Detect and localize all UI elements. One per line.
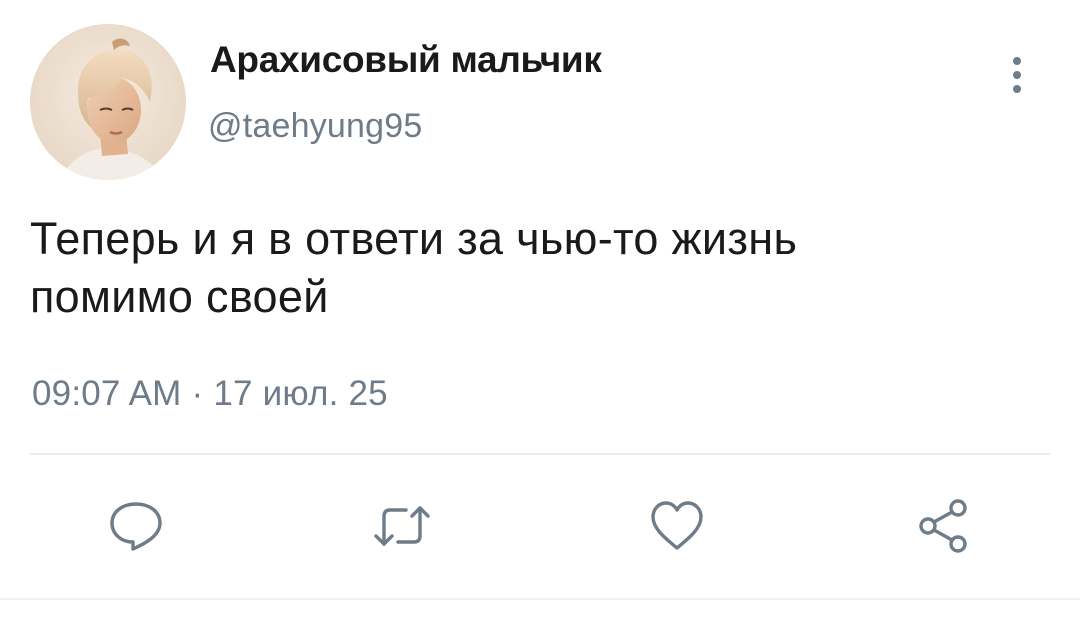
divider [30,453,1050,455]
avatar[interactable] [30,24,186,180]
share-button[interactable] [912,494,976,558]
like-button[interactable] [645,494,709,558]
tweet-card: Арахисовый мальчик @taehyung95 Теперь и … [0,0,1080,618]
more-dot-icon [1013,85,1021,93]
display-name[interactable]: Арахисовый мальчик [210,39,602,81]
username[interactable]: @taehyung95 [208,107,422,146]
reply-button[interactable] [104,494,168,558]
tweet-time: 09:07 AM [32,374,182,413]
retweet-button[interactable] [370,494,434,558]
tweet-text-line: помимо своей [30,271,329,322]
more-dot-icon [1013,57,1021,65]
tweet-date: 17 июл. 25 [213,374,388,413]
more-options-button[interactable] [996,50,1038,100]
tweet-text: Теперь и я в ответи за чью-то жизнь поми… [30,210,1030,326]
retweet-icon [374,506,430,546]
timestamp: 09:07 AM · 17 июл. 25 [32,374,388,414]
more-dot-icon [1013,71,1021,79]
reply-icon [110,502,162,551]
divider [0,598,1080,600]
heart-icon [651,501,703,550]
share-icon [919,499,967,553]
tweet-text-line: Теперь и я в ответи за чью-то жизнь [30,213,798,264]
timestamp-separator: · [191,374,204,413]
avatar-photo-icon [30,24,186,180]
